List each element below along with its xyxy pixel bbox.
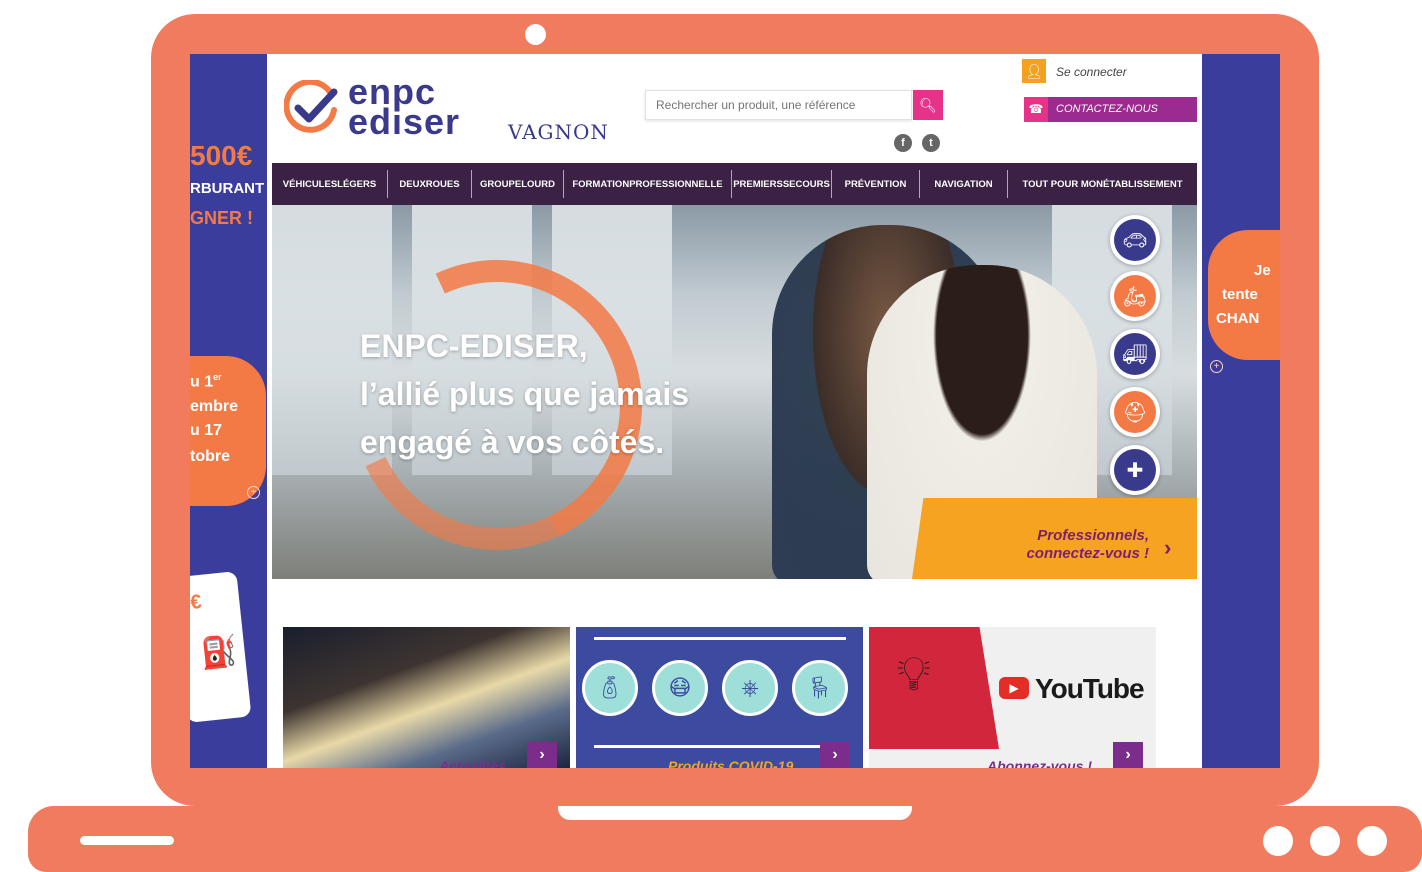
divider [594,637,846,640]
vagnon-logo: VAGNON [508,120,609,144]
ad-date: embre [190,398,239,415]
search-icon: 🔍︎ [919,97,937,113]
ad-amount: 500€ [190,140,253,171]
main-nav: VÉHICULES LÉGERS DEUX ROUES GROUPE LOURD FO… [272,163,1197,205]
screen: 500€ RBURANT GNER ! u 1er embre u 17 tob… [190,54,1280,768]
chevron-right-icon[interactable]: › [820,742,850,768]
decor-dot [1357,826,1387,856]
lightbulb-icon: 💡︎ [897,648,931,701]
search-button[interactable]: 🔍︎ [913,90,943,120]
pro-login-text[interactable]: Professionnels, [1019,527,1149,544]
twitter-icon[interactable]: t [922,134,940,152]
youtube-banner-red [869,627,999,749]
steering-wheel-icon: ⎈ [722,660,778,716]
fuel-card: 0€ ⛽ [190,571,252,723]
plus-icon[interactable]: + [247,486,260,499]
category-truck-button[interactable]: 🚚︎ [1110,329,1160,379]
sanitizer-icon: 🧴︎ [582,660,638,716]
card-label: Actualités [439,758,506,768]
car-icon: 🚗︎ [1114,219,1156,261]
nav-item-groupe-lourd[interactable]: GROUPE LOURD [472,170,564,198]
ad-word: CHAN [1216,310,1260,327]
phone-icon: ☎ [1024,97,1048,122]
category-car-button[interactable]: 🚗︎ [1110,215,1160,265]
ad-date: u 1er [190,372,222,391]
nav-item-etablissement[interactable]: TOUT POUR MON ÉTABLISSEMENT [1008,170,1197,198]
nav-item-prevention[interactable]: PRÉVENTION [832,170,920,198]
hero-headline: l’allié plus que jamais [360,376,690,412]
ad-word: GNER ! [190,208,253,228]
covid-card[interactable]: 🧴︎ 😷︎ ⎈ 🪑︎ Produits COVID-19 › [576,627,863,768]
ad-word: RBURANT [190,180,265,197]
checkmark-logo-icon[interactable] [284,80,340,136]
user-icon[interactable]: 👤︎ [1022,59,1046,83]
truck-icon: 🚚︎ [1114,333,1156,375]
left-side-ad[interactable]: 500€ RBURANT GNER ! u 1er embre u 17 tob… [190,54,267,768]
pro-login-text[interactable]: connectez-vous ! [979,545,1149,562]
nav-item-deux-roues[interactable]: DEUX ROUES [388,170,472,198]
camera-dot [525,24,546,45]
contact-button[interactable]: CONTACTEZ-NOUS [1024,97,1197,122]
logo-text: ediser [348,101,461,142]
divider [594,745,846,748]
category-helmet-button[interactable]: ⛑ [1110,387,1160,437]
plus-icon[interactable]: + [1210,360,1223,373]
desk-icon: 🪑︎ [792,660,848,716]
card-label: Produits COVID-19 [668,758,794,768]
search-input[interactable] [645,90,912,120]
chevron-right-icon[interactable]: › [1113,742,1143,768]
decor-dot [1263,826,1293,856]
ad-word: Je [1254,262,1271,279]
ad-date: tobre [190,448,230,465]
category-first-aid-button[interactable]: ✚ [1110,445,1160,495]
nav-item-formation[interactable]: FORMATION PROFESSIONNELLE [564,170,732,198]
chevron-right-icon[interactable]: › [527,742,557,768]
decor-dot [1310,826,1340,856]
helmet-icon: ⛑ [1114,391,1156,433]
ad-word: tente [1222,286,1258,303]
login-link[interactable]: Se connecter [1056,65,1127,79]
youtube-card[interactable]: 💡︎ ▶ YouTube Abonnez-vous ! › [869,627,1156,768]
laptop-notch [558,806,912,820]
scooter-icon: 🛵︎ [1114,275,1156,317]
hero-banner[interactable]: ENPC-EDISER, l’allié plus que jamais eng… [272,205,1197,579]
youtube-logo: YouTube [1035,673,1145,704]
hero-headline: ENPC-EDISER, [360,328,588,364]
chevron-right-icon[interactable]: › [1164,535,1171,561]
nav-item-premiers-secours[interactable]: PREMIERS SECOURS [732,170,832,198]
right-side-ad[interactable]: Je tente CHAN + [1202,54,1280,768]
mask-icon: 😷︎ [652,660,708,716]
ad-card-amount: 0€ [190,590,203,616]
ad-date: u 17 [190,422,223,439]
news-card[interactable]: Actualités › [283,627,570,768]
facebook-icon[interactable]: f [894,134,912,152]
hero-headline: engagé à vos côtés. [360,424,665,460]
youtube-play-icon: ▶ [999,677,1029,699]
category-scooter-button[interactable]: 🛵︎ [1110,271,1160,321]
nav-item-vehicules-legers[interactable]: VÉHICULES LÉGERS [272,170,388,198]
decor-line [80,836,174,845]
nav-item-navigation[interactable]: NAVIGATION [920,170,1008,198]
fuel-pump-icon: ⛽ [199,634,240,672]
card-label: Abonnez-vous ! [987,758,1092,768]
site-header: enpc ediser VAGNON 🔍︎ f t 👤︎ Se connecte… [270,54,1200,162]
first-aid-icon: ✚ [1114,449,1156,491]
